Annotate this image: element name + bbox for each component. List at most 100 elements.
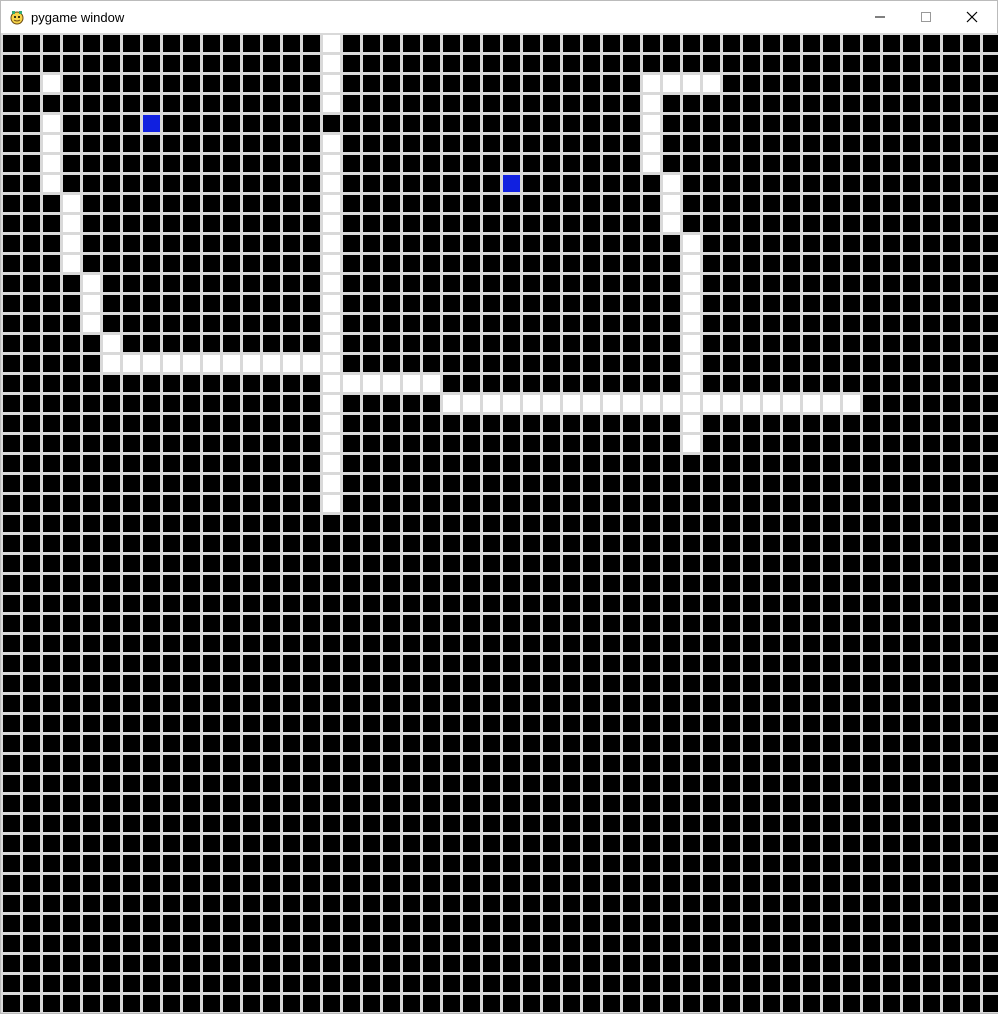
grid-cell[interactable] bbox=[303, 795, 320, 812]
grid-cell[interactable] bbox=[943, 855, 960, 872]
grid-cell[interactable] bbox=[43, 755, 60, 772]
grid-cell[interactable] bbox=[783, 75, 800, 92]
grid-cell[interactable] bbox=[703, 795, 720, 812]
grid-cell[interactable] bbox=[623, 55, 640, 72]
grid-cell[interactable] bbox=[263, 455, 280, 472]
grid-cell[interactable] bbox=[603, 275, 620, 292]
grid-cell[interactable] bbox=[303, 975, 320, 992]
grid-cell[interactable] bbox=[43, 315, 60, 332]
grid-cell[interactable] bbox=[143, 535, 160, 552]
grid-cell[interactable] bbox=[883, 775, 900, 792]
grid-cell[interactable] bbox=[843, 555, 860, 572]
grid-cell[interactable] bbox=[223, 235, 240, 252]
grid-cell[interactable] bbox=[883, 235, 900, 252]
grid-cell[interactable] bbox=[83, 815, 100, 832]
grid-cell[interactable] bbox=[743, 535, 760, 552]
grid-cell[interactable] bbox=[823, 515, 840, 532]
grid-cell[interactable] bbox=[3, 855, 20, 872]
grid-cell[interactable] bbox=[203, 375, 220, 392]
grid-cell[interactable] bbox=[663, 975, 680, 992]
grid-cell[interactable] bbox=[683, 935, 700, 952]
grid-cell[interactable] bbox=[543, 135, 560, 152]
grid-cell[interactable] bbox=[923, 675, 940, 692]
grid-cell[interactable] bbox=[883, 835, 900, 852]
grid-cell[interactable] bbox=[63, 335, 80, 352]
grid-cell[interactable] bbox=[643, 735, 660, 752]
grid-cell[interactable] bbox=[603, 895, 620, 912]
grid-cell[interactable] bbox=[3, 995, 20, 1012]
grid-cell[interactable] bbox=[303, 455, 320, 472]
grid-cell[interactable] bbox=[623, 815, 640, 832]
grid-cell[interactable] bbox=[203, 635, 220, 652]
grid-cell[interactable] bbox=[863, 855, 880, 872]
grid-cell[interactable] bbox=[543, 835, 560, 852]
grid-cell[interactable] bbox=[783, 215, 800, 232]
grid-cell[interactable] bbox=[223, 195, 240, 212]
grid-cell[interactable] bbox=[663, 735, 680, 752]
grid-cell[interactable] bbox=[823, 235, 840, 252]
grid-cell[interactable] bbox=[603, 615, 620, 632]
grid-cell[interactable] bbox=[903, 795, 920, 812]
grid-cell[interactable] bbox=[723, 435, 740, 452]
grid-cell[interactable] bbox=[103, 395, 120, 412]
grid-cell[interactable] bbox=[443, 855, 460, 872]
grid-cell[interactable] bbox=[503, 875, 520, 892]
grid-cell[interactable] bbox=[963, 635, 980, 652]
grid-cell[interactable] bbox=[603, 315, 620, 332]
grid-cell[interactable] bbox=[823, 735, 840, 752]
grid-cell[interactable] bbox=[923, 335, 940, 352]
grid-cell[interactable] bbox=[883, 215, 900, 232]
grid-cell[interactable] bbox=[923, 735, 940, 752]
grid-cell[interactable] bbox=[143, 275, 160, 292]
grid-cell[interactable] bbox=[43, 375, 60, 392]
grid-cell[interactable] bbox=[143, 455, 160, 472]
grid-cell[interactable] bbox=[443, 655, 460, 672]
grid-cell[interactable] bbox=[823, 495, 840, 512]
grid-cell[interactable] bbox=[863, 395, 880, 412]
grid-cell[interactable] bbox=[843, 375, 860, 392]
grid-cell[interactable] bbox=[823, 35, 840, 52]
grid-cell[interactable] bbox=[903, 515, 920, 532]
grid-cell[interactable] bbox=[623, 835, 640, 852]
grid-cell[interactable] bbox=[843, 695, 860, 712]
grid-cell[interactable] bbox=[323, 895, 340, 912]
grid-cell[interactable] bbox=[623, 735, 640, 752]
grid-cell[interactable] bbox=[603, 695, 620, 712]
grid-cell[interactable] bbox=[303, 315, 320, 332]
grid-cell[interactable] bbox=[523, 215, 540, 232]
grid-cell[interactable] bbox=[103, 295, 120, 312]
grid-cell[interactable] bbox=[463, 675, 480, 692]
grid-cell[interactable] bbox=[443, 535, 460, 552]
grid-cell[interactable] bbox=[23, 855, 40, 872]
grid-cell[interactable] bbox=[343, 215, 360, 232]
grid-cell[interactable] bbox=[283, 595, 300, 612]
grid-cell[interactable] bbox=[363, 135, 380, 152]
grid-cell[interactable] bbox=[763, 575, 780, 592]
grid-cell[interactable] bbox=[143, 695, 160, 712]
grid-cell[interactable] bbox=[643, 875, 660, 892]
grid-cell[interactable] bbox=[503, 935, 520, 952]
grid-cell[interactable] bbox=[223, 175, 240, 192]
grid-cell[interactable] bbox=[503, 95, 520, 112]
grid-cell[interactable] bbox=[123, 235, 140, 252]
grid-cell[interactable] bbox=[523, 355, 540, 372]
grid-cell[interactable] bbox=[503, 575, 520, 592]
grid-cell[interactable] bbox=[403, 415, 420, 432]
grid-cell[interactable] bbox=[3, 55, 20, 72]
grid-cell[interactable] bbox=[663, 755, 680, 772]
grid-cell[interactable] bbox=[963, 355, 980, 372]
grid-cell[interactable] bbox=[423, 895, 440, 912]
grid-cell[interactable] bbox=[103, 355, 120, 372]
grid-cell[interactable] bbox=[563, 775, 580, 792]
grid-cell[interactable] bbox=[863, 895, 880, 912]
grid-cell[interactable] bbox=[343, 935, 360, 952]
grid-cell[interactable] bbox=[923, 415, 940, 432]
grid-cell[interactable] bbox=[163, 135, 180, 152]
grid-cell[interactable] bbox=[343, 695, 360, 712]
grid-cell[interactable] bbox=[943, 475, 960, 492]
grid-cell[interactable] bbox=[863, 655, 880, 672]
grid-cell[interactable] bbox=[323, 55, 340, 72]
grid-cell[interactable] bbox=[803, 235, 820, 252]
grid-cell[interactable] bbox=[983, 375, 998, 392]
grid-cell[interactable] bbox=[183, 235, 200, 252]
